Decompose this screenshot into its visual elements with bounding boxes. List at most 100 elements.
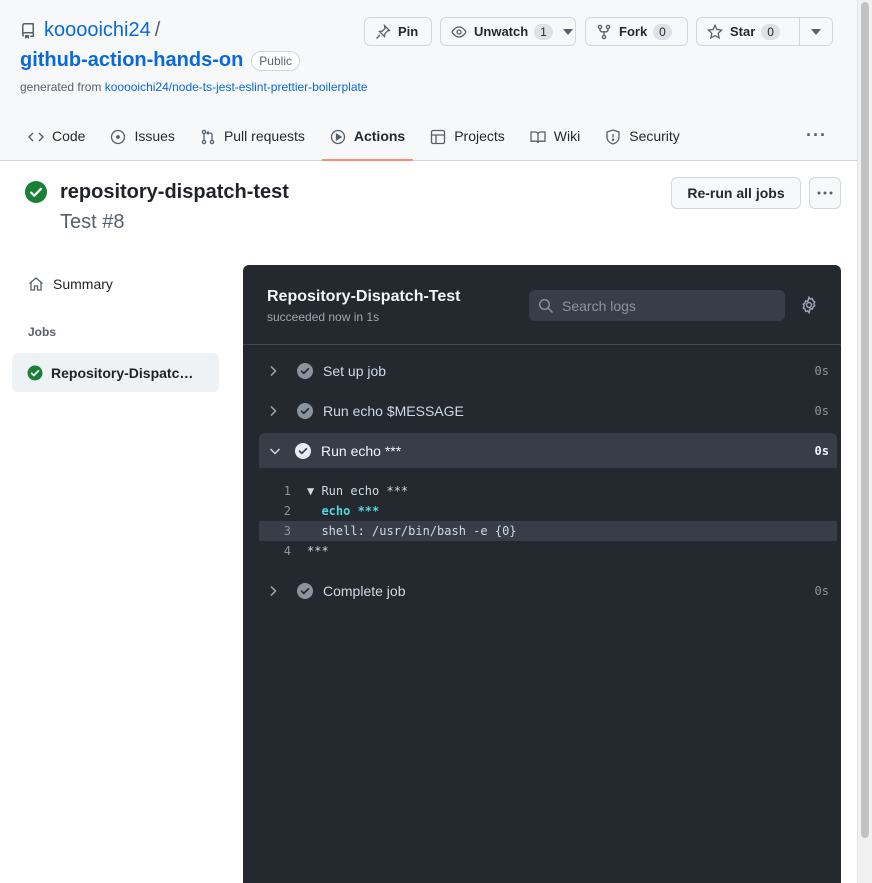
tab-label: Wiki bbox=[553, 128, 581, 144]
run-options-button[interactable] bbox=[809, 177, 841, 209]
fork-button[interactable]: Fork 0 bbox=[585, 17, 688, 46]
chevron-right-icon bbox=[269, 585, 283, 597]
line-number: 2 bbox=[283, 504, 291, 518]
triangle-down-icon bbox=[811, 28, 821, 35]
breadcrumb-separator: / bbox=[154, 19, 161, 41]
repo-nav: Code Issues Pull requests Actions Projec… bbox=[20, 120, 697, 161]
repo-breadcrumb: kooooichi24 / bbox=[20, 19, 160, 42]
run-title: repository-dispatch-test bbox=[60, 180, 289, 203]
job-logs-panel: Repository-Dispatch-Test succeeded now i… bbox=[243, 265, 841, 883]
home-icon bbox=[28, 276, 44, 292]
tab-label: Issues bbox=[134, 128, 175, 144]
scrollbar-thumb[interactable] bbox=[861, 2, 869, 838]
line-number: 4 bbox=[283, 544, 291, 558]
chevron-down-icon bbox=[562, 28, 573, 35]
job-title: Repository-Dispatch-Test bbox=[267, 288, 461, 305]
pin-icon bbox=[375, 23, 391, 40]
sidebar-summary-link[interactable]: Summary bbox=[28, 276, 113, 292]
step-name: Run echo *** bbox=[321, 442, 402, 459]
template-repo-link[interactable]: kooooichi24/node-ts-jest-eslint-prettier… bbox=[105, 80, 368, 94]
step-name: Set up job bbox=[323, 362, 387, 379]
line-text: ▼ Run echo *** bbox=[307, 484, 409, 498]
line-text: *** bbox=[307, 544, 329, 558]
chevron-down-icon bbox=[269, 447, 283, 455]
run-subtitle: Test #8 bbox=[60, 211, 125, 233]
line-number: 1 bbox=[283, 484, 291, 498]
log-step-run-echo-message[interactable]: Run echo $MESSAGE 0s bbox=[259, 393, 837, 428]
step-name: Run echo $MESSAGE bbox=[323, 402, 464, 419]
log-step-set-up-job[interactable]: Set up job 0s bbox=[259, 353, 837, 388]
tab-pull-requests[interactable]: Pull requests bbox=[192, 120, 313, 161]
step-duration: 0s bbox=[814, 443, 829, 458]
job-status: succeeded now in 1s bbox=[267, 310, 380, 324]
git-pull-request-icon bbox=[200, 129, 216, 145]
run-header: repository-dispatch-test bbox=[24, 180, 289, 204]
check-circle-icon bbox=[297, 402, 313, 419]
search-logs-input[interactable] bbox=[562, 297, 772, 314]
success-check-icon bbox=[24, 180, 48, 204]
repo-owner-link[interactable]: kooooichi24 bbox=[44, 19, 151, 42]
unwatch-button[interactable]: Unwatch 1 bbox=[440, 17, 576, 46]
star-lists-dropdown[interactable] bbox=[800, 18, 832, 45]
star-label: Star bbox=[730, 24, 756, 39]
line-text: echo *** bbox=[307, 504, 380, 518]
generated-from-prefix: generated from bbox=[20, 80, 105, 94]
search-icon bbox=[538, 298, 554, 314]
tab-label: Security bbox=[629, 128, 680, 144]
search-logs-box[interactable] bbox=[529, 290, 785, 321]
kebab-horizontal-icon bbox=[817, 191, 833, 195]
book-icon bbox=[530, 129, 546, 145]
page-scrollbar[interactable] bbox=[857, 0, 872, 883]
step-duration: 0s bbox=[814, 403, 829, 418]
line-text: shell: /usr/bin/bash -e {0} bbox=[307, 524, 517, 538]
tab-issues[interactable]: Issues bbox=[102, 120, 182, 161]
tab-label: Code bbox=[52, 128, 86, 144]
tab-actions[interactable]: Actions bbox=[321, 120, 414, 161]
watch-count: 1 bbox=[534, 23, 553, 40]
repo-icon bbox=[20, 22, 36, 39]
rerun-all-jobs-button[interactable]: Re-run all jobs bbox=[671, 177, 801, 209]
log-line[interactable]: 2 echo *** bbox=[259, 501, 837, 521]
step-duration: 0s bbox=[814, 583, 829, 598]
fork-label: Fork bbox=[619, 24, 648, 39]
visibility-badge: Public bbox=[251, 50, 300, 71]
chevron-right-icon bbox=[269, 405, 283, 417]
log-step-run-echo-masked[interactable]: Run echo *** 0s bbox=[259, 433, 837, 468]
issue-opened-icon bbox=[110, 129, 126, 145]
summary-label: Summary bbox=[53, 276, 113, 292]
tab-label: Actions bbox=[353, 128, 406, 144]
log-line[interactable]: 3 shell: /usr/bin/bash -e {0} bbox=[259, 521, 837, 541]
check-circle-icon bbox=[297, 362, 313, 379]
repo-header: kooooichi24 / github-action-hands-on Pub… bbox=[0, 0, 857, 161]
star-button-group: Star 0 bbox=[696, 17, 833, 46]
tab-security[interactable]: Security bbox=[597, 120, 688, 161]
fork-count: 0 bbox=[653, 23, 672, 40]
shield-icon bbox=[605, 129, 621, 145]
tab-projects[interactable]: Projects bbox=[422, 120, 513, 161]
line-number: 3 bbox=[283, 524, 291, 538]
gear-icon[interactable] bbox=[800, 295, 818, 317]
star-button[interactable]: Star 0 bbox=[697, 18, 800, 45]
more-tabs-kebab-icon[interactable]: ··· bbox=[806, 125, 827, 146]
jobs-heading: Jobs bbox=[28, 325, 57, 339]
star-count: 0 bbox=[761, 23, 780, 40]
generated-from-text: generated from kooooichi24/node-ts-jest-… bbox=[20, 80, 368, 94]
pin-button[interactable]: Pin bbox=[364, 17, 432, 46]
eye-icon bbox=[451, 24, 467, 40]
job-label: Repository-Dispatch-Test bbox=[51, 364, 196, 381]
tab-wiki[interactable]: Wiki bbox=[522, 120, 588, 161]
sidebar-job-item[interactable]: Repository-Dispatch-Test bbox=[12, 353, 219, 392]
table-icon bbox=[430, 129, 446, 145]
tab-label: Pull requests bbox=[223, 128, 305, 144]
repo-name-link[interactable]: github-action-hands-on bbox=[20, 49, 243, 72]
unwatch-label: Unwatch bbox=[474, 24, 529, 39]
log-step-complete-job[interactable]: Complete job 0s bbox=[259, 573, 837, 608]
code-icon bbox=[28, 129, 44, 145]
log-line[interactable]: 1 ▼ Run echo *** bbox=[259, 481, 837, 501]
log-line[interactable]: 4 *** bbox=[259, 541, 837, 561]
pin-label: Pin bbox=[398, 24, 419, 39]
star-icon bbox=[707, 23, 723, 40]
tab-code[interactable]: Code bbox=[20, 120, 93, 161]
repo-forked-icon bbox=[596, 24, 612, 40]
tab-label: Projects bbox=[454, 128, 505, 144]
